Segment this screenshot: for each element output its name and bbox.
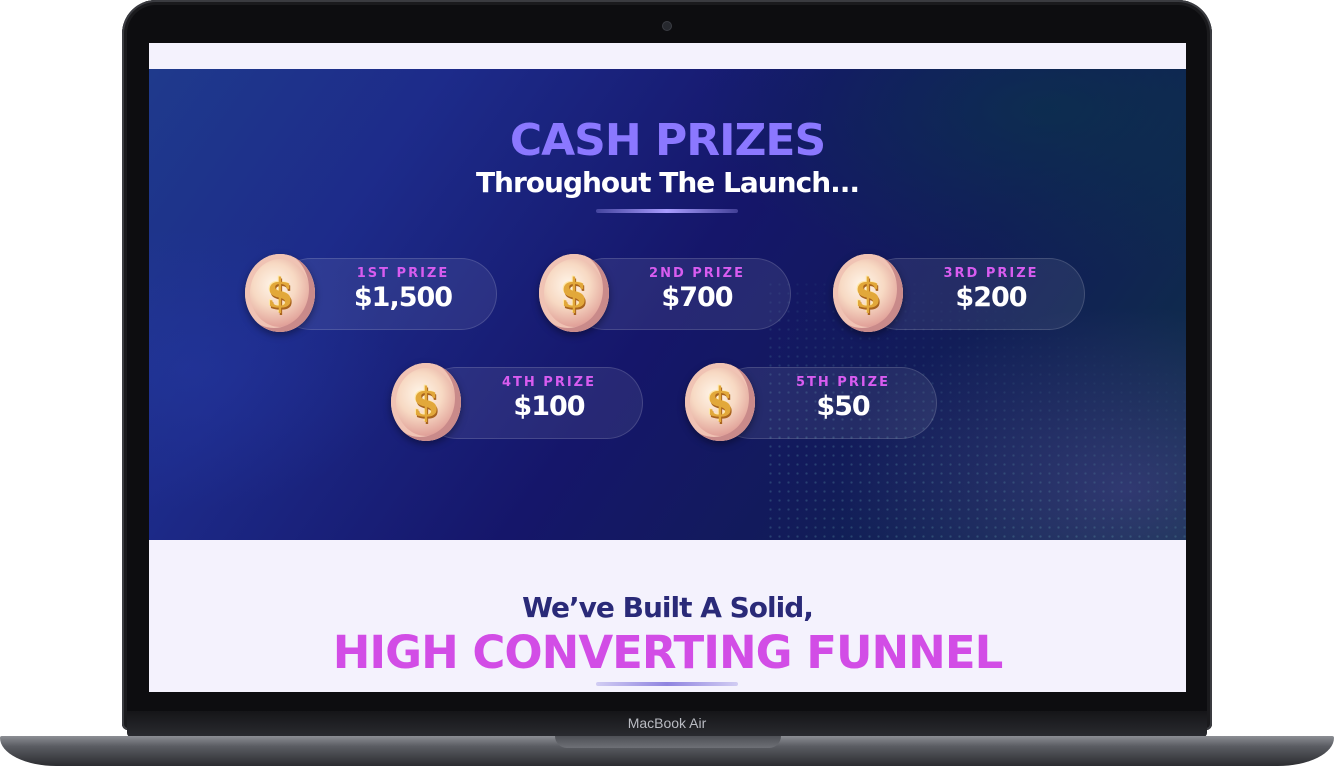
prize-label: 4TH PRIZE (501, 375, 596, 390)
prize-amount: $700 (661, 282, 733, 313)
prize-card-5: $ 5TH PRIZE $50 (685, 363, 937, 441)
prize-card-2: $ 2ND PRIZE $700 (539, 254, 791, 332)
cash-prizes-section: CASH PRIZES Throughout The Launch... $ 1… (149, 69, 1186, 540)
laptop-notch (555, 736, 781, 748)
prize-card-1: $ 1ST PRIZE $1,500 (245, 254, 497, 332)
cash-prizes-subtitle: Throughout The Launch... (475, 166, 860, 199)
prize-amount: $200 (955, 282, 1027, 313)
prize-label: 3RD PRIZE (943, 266, 1039, 281)
dollar-coin-icon: $ (539, 254, 609, 332)
laptop-screen: CASH PRIZES Throughout The Launch... $ 1… (149, 43, 1186, 692)
prize-label: 1ST PRIZE (356, 266, 450, 281)
prize-label: 2ND PRIZE (649, 266, 745, 281)
device-model-label: MacBook Air (627, 715, 707, 731)
funnel-title: HIGH CONVERTING FUNNEL (332, 626, 1004, 679)
prize-amount: $50 (816, 391, 870, 422)
camera-icon (663, 22, 671, 30)
prize-amount: $100 (513, 391, 585, 422)
prize-card-4: $ 4TH PRIZE $100 (391, 363, 643, 441)
prize-label: 5TH PRIZE (795, 375, 890, 390)
top-strip (149, 43, 1186, 69)
funnel-subtitle: We’ve Built A Solid, (522, 591, 814, 624)
funnel-underline (596, 682, 738, 686)
cash-prizes-title: CASH PRIZES (509, 115, 826, 166)
dollar-coin-icon: $ (833, 254, 903, 332)
title-underline (596, 209, 738, 213)
prize-amount: $1,500 (353, 282, 453, 313)
dollar-coin-icon: $ (245, 254, 315, 332)
dollar-coin-icon: $ (685, 363, 755, 441)
dollar-coin-icon: $ (391, 363, 461, 441)
prize-card-3: $ 3RD PRIZE $200 (833, 254, 1085, 332)
